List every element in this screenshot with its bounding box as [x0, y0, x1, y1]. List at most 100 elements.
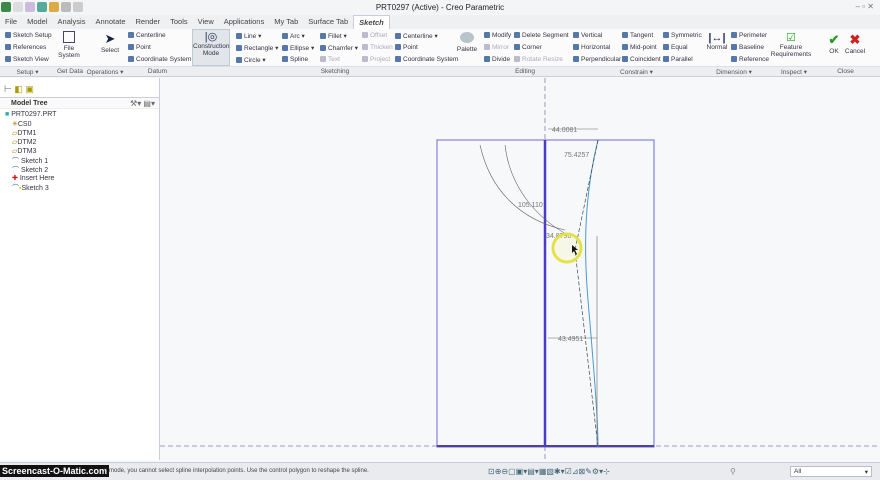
- point-button[interactable]: Point: [128, 44, 151, 51]
- dimension-value[interactable]: 75.4257: [564, 152, 589, 159]
- label: OK: [829, 48, 839, 55]
- symmetric-constraint-button[interactable]: Symmetric: [663, 32, 702, 39]
- corner-button[interactable]: Corner: [514, 44, 542, 51]
- perimeter-button[interactable]: Perimeter: [731, 32, 767, 39]
- midpoint-constraint-button[interactable]: Mid-point: [622, 44, 657, 51]
- dimension-value[interactable]: 105.110: [518, 202, 543, 209]
- file-system-button[interactable]: File System: [58, 31, 80, 59]
- tree-item-insert-here[interactable]: ✚ Insert Here: [12, 174, 54, 182]
- geometry-centerline-button[interactable]: Centerline ▾: [395, 32, 438, 40]
- palette-button[interactable]: Palette: [456, 32, 478, 53]
- control-polygon[interactable]: [574, 139, 599, 448]
- ok-button[interactable]: ✔ OK: [826, 32, 842, 55]
- reference-button[interactable]: Reference: [731, 56, 769, 63]
- parallel-constraint-button[interactable]: Parallel: [663, 56, 693, 63]
- label: Perimeter: [739, 32, 768, 39]
- thicken-button[interactable]: Thicken: [362, 44, 393, 51]
- label: Reference: [739, 56, 769, 63]
- dimension-value[interactable]: 44.0081: [552, 127, 577, 134]
- graphics-toolbar[interactable]: ⊡⊕⊖▢▣▾▤▾▦▧✱▾☑⊿⊠✎⚙▾⊹: [488, 467, 610, 476]
- chamfer-button[interactable]: Chamfer ▾: [320, 44, 358, 52]
- label: Perpendicular: [581, 56, 622, 63]
- tab-applications[interactable]: Applications: [219, 15, 269, 29]
- tab-analysis[interactable]: Analysis: [53, 15, 91, 29]
- tab-file[interactable]: File: [0, 15, 22, 29]
- offset-button[interactable]: Offset: [362, 32, 387, 39]
- coincident-constraint-button[interactable]: Coincident: [622, 56, 661, 63]
- tab-tools[interactable]: Tools: [165, 15, 193, 29]
- rectangle-button[interactable]: Rectangle ▾: [236, 44, 278, 52]
- baseline-button[interactable]: Baseline: [731, 44, 764, 51]
- geometry-coordinate-system-button[interactable]: Coordinate System: [395, 56, 458, 63]
- label: Delete Segment: [522, 32, 569, 39]
- arc-button[interactable]: Arc ▾: [282, 32, 305, 40]
- sketch-setup-button[interactable]: Sketch Setup: [5, 32, 52, 39]
- tree-item-part[interactable]: ■ PRT0297.PRT: [5, 111, 56, 118]
- tree-settings-icon[interactable]: ⚒▾ ▤▾: [130, 99, 155, 108]
- group-dimension[interactable]: Dimension ▾: [703, 68, 765, 76]
- project-button[interactable]: Project: [362, 56, 390, 63]
- references-button[interactable]: References: [5, 44, 46, 51]
- group-operations[interactable]: Operations ▾: [85, 68, 125, 76]
- normal-dimension-button[interactable]: |↔| Normal: [705, 32, 729, 51]
- spline-curve[interactable]: [585, 139, 599, 448]
- geometry-point-button[interactable]: Point: [395, 44, 418, 51]
- spline-button[interactable]: Spline: [282, 56, 308, 63]
- tree-item-dtm3[interactable]: ▱DTM3: [12, 147, 36, 155]
- tab-render[interactable]: Render: [131, 15, 166, 29]
- tab-sketch[interactable]: Sketch: [353, 15, 390, 29]
- cursor-highlight: [551, 232, 583, 264]
- label: Line: [244, 33, 257, 40]
- sketch-view-button[interactable]: Sketch View: [5, 56, 49, 63]
- tab-surface[interactable]: Surface Tab: [303, 15, 353, 29]
- tree-item-dtm2[interactable]: ▱DTM2: [12, 138, 36, 146]
- line-button[interactable]: Line ▾: [236, 32, 261, 40]
- tab-my-tab[interactable]: My Tab: [269, 15, 303, 29]
- coordinate-system-button[interactable]: Coordinate System: [128, 56, 191, 63]
- equal-constraint-button[interactable]: Equal: [663, 44, 688, 51]
- horizontal-constraint-button[interactable]: Horizontal: [573, 44, 610, 51]
- ellipse-button[interactable]: Ellipse ▾: [282, 44, 314, 52]
- centerline-button[interactable]: Centerline: [128, 32, 166, 39]
- navigator-tabs[interactable]: ⊢ ◧ ▣: [4, 84, 34, 95]
- cancel-button[interactable]: ✖ Cancel: [844, 32, 866, 55]
- label: All: [794, 468, 802, 475]
- text-button[interactable]: Text: [320, 56, 340, 63]
- selection-filter-dropdown[interactable]: All ▾: [790, 466, 872, 477]
- group-inspect[interactable]: Inspect ▾: [765, 68, 823, 76]
- tree-item-cs0[interactable]: ✳CS0: [12, 120, 32, 128]
- group-setup[interactable]: Setup ▾: [0, 68, 55, 76]
- modify-button[interactable]: Modify: [484, 32, 511, 39]
- fillet-button[interactable]: Fillet ▾: [320, 32, 347, 40]
- label: Mirror: [492, 44, 509, 51]
- delete-segment-button[interactable]: Delete Segment: [514, 32, 569, 39]
- feature-requirements-button[interactable]: ☑ Feature Requirements: [770, 31, 812, 58]
- tree-item-sketch3[interactable]: ⌒▪Sketch 3: [12, 183, 49, 193]
- tangent-constraint-button[interactable]: Tangent: [622, 32, 653, 39]
- status-message: n mode, you cannot select spline interpo…: [104, 468, 369, 474]
- vertical-constraint-button[interactable]: Vertical: [573, 32, 602, 39]
- window-title: PRT0297 (Active) - Creo Parametric: [375, 3, 505, 12]
- dimension-value[interactable]: 43.4951: [558, 336, 583, 343]
- group-datum: Datum: [147, 68, 168, 75]
- tab-annotate[interactable]: Annotate: [90, 15, 130, 29]
- label: Palette: [456, 46, 478, 53]
- tab-model[interactable]: Model: [22, 15, 52, 29]
- tree-item-dtm1[interactable]: ▱DTM1: [12, 129, 36, 137]
- construction-mode-button[interactable]: |◎ Construction Mode: [192, 29, 230, 66]
- mirror-button[interactable]: Mirror: [484, 44, 509, 51]
- group-constrain[interactable]: Constrain ▾: [570, 68, 703, 76]
- label: CS0: [17, 121, 32, 128]
- rotate-resize-button[interactable]: Rotate Resize: [514, 56, 563, 63]
- label: Horizontal: [581, 44, 611, 51]
- divide-button[interactable]: Divide: [484, 56, 510, 63]
- circle-button[interactable]: Circle ▾: [236, 56, 266, 64]
- selection-icon[interactable]: ⚲: [730, 467, 736, 476]
- label: Feature Requirements: [770, 44, 812, 58]
- select-button[interactable]: ➤ Select: [100, 31, 120, 54]
- tab-view[interactable]: View: [193, 15, 219, 29]
- window-controls[interactable]: – ▫ ✕: [856, 2, 874, 11]
- label: PRT0297.PRT: [11, 111, 57, 118]
- sketch-canvas[interactable]: 44.0081 75.4257 105.110 34.8796 43.4951: [160, 78, 880, 462]
- perpendicular-constraint-button[interactable]: Perpendicular: [573, 56, 621, 63]
